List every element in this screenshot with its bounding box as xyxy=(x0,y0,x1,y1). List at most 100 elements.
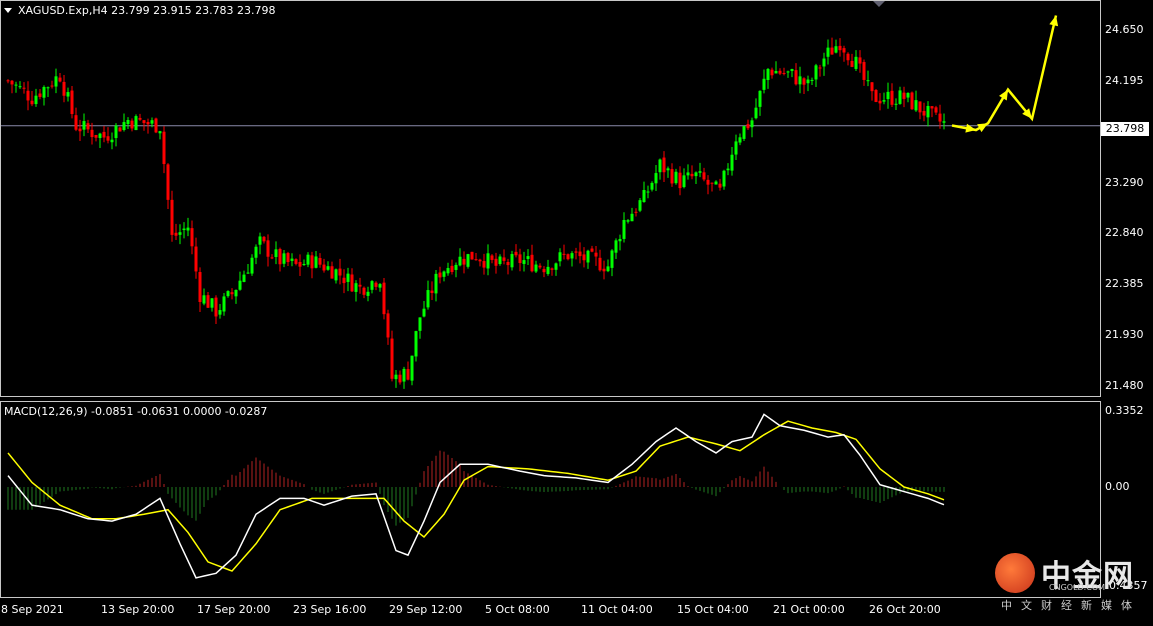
candle-body xyxy=(126,120,130,125)
candle-body xyxy=(114,125,118,139)
macd-header: MACD(12,26,9) -0.0851 -0.0631 0.0000 -0.… xyxy=(4,405,268,418)
price-tick-label: 22.840 xyxy=(1105,226,1144,240)
candle-body xyxy=(174,232,178,236)
candle-body xyxy=(926,105,930,118)
price-tick-label: 21.480 xyxy=(1105,379,1144,393)
candle-body xyxy=(290,258,294,261)
candle-body xyxy=(390,338,394,379)
candle-body xyxy=(182,228,186,231)
time-tick-label: 23 Sep 16:00 xyxy=(293,603,367,616)
candle-body xyxy=(330,266,334,279)
candle-body xyxy=(62,81,66,96)
candle-body xyxy=(354,283,358,292)
candle-body xyxy=(742,126,746,139)
candle-body xyxy=(86,123,90,130)
candle-body xyxy=(518,254,522,264)
candle-body xyxy=(54,76,58,87)
candle-body xyxy=(894,103,898,105)
symbol-menu-arrow-icon[interactable] xyxy=(4,8,12,13)
candle-body xyxy=(350,274,354,292)
candle-body xyxy=(510,254,514,268)
candle-body xyxy=(50,85,54,87)
candle-body xyxy=(478,259,482,262)
candle-body xyxy=(578,251,582,257)
candle-body xyxy=(826,47,830,57)
candle-body xyxy=(326,266,330,270)
candle-body xyxy=(858,57,862,64)
candle-body xyxy=(162,131,166,165)
candle-body xyxy=(814,65,818,80)
candle-body xyxy=(706,179,710,185)
candle xyxy=(70,85,74,119)
candle xyxy=(742,125,746,142)
candle-body xyxy=(242,274,246,282)
watermark-subtitle: 中文财经新媒体 xyxy=(1001,599,1141,612)
candle-body xyxy=(574,251,578,253)
candle-body xyxy=(366,291,370,296)
candle-body xyxy=(718,183,722,188)
candle-body xyxy=(286,253,290,263)
candle-body xyxy=(470,251,474,260)
candle-body xyxy=(514,251,518,256)
candle-body xyxy=(346,273,350,282)
candle-body xyxy=(582,254,586,261)
candle-body xyxy=(862,62,866,80)
candle-body xyxy=(358,284,362,287)
candle-body xyxy=(682,175,686,188)
candle-body xyxy=(234,289,238,297)
candle-body xyxy=(650,182,654,190)
candle-body xyxy=(142,120,146,124)
candle-body xyxy=(394,374,398,380)
time-tick-label: 5 Oct 08:00 xyxy=(485,603,550,616)
candle-body xyxy=(758,90,762,107)
candle-body xyxy=(266,240,270,257)
candle-body xyxy=(246,272,250,274)
candle-body xyxy=(254,246,258,258)
candle-body xyxy=(398,374,402,383)
candle-body xyxy=(694,172,698,177)
candle-body xyxy=(906,92,910,98)
candle-body xyxy=(70,90,74,114)
candle-body xyxy=(90,129,94,138)
candle-body xyxy=(922,110,926,116)
candle-body xyxy=(278,248,282,265)
candle-body xyxy=(310,255,314,269)
candle-body xyxy=(218,310,222,315)
candle-body xyxy=(590,248,594,252)
candle-body xyxy=(562,253,566,255)
candle-body xyxy=(22,87,26,89)
candle-body xyxy=(178,232,182,235)
candle-body xyxy=(710,182,714,184)
time-tick-label: 17 Sep 20:00 xyxy=(197,603,271,616)
candle-body xyxy=(98,133,102,138)
candle-body xyxy=(794,70,798,85)
candle-body xyxy=(190,228,194,247)
candle-body xyxy=(810,79,814,81)
candle-body xyxy=(866,80,870,82)
candle-body xyxy=(222,296,226,312)
candle-body xyxy=(258,236,262,245)
candle-body xyxy=(806,79,810,84)
candle-body xyxy=(262,236,266,242)
candle-body xyxy=(194,246,198,272)
candle-body xyxy=(910,92,914,110)
candle-body xyxy=(106,136,110,141)
candle-body xyxy=(766,68,770,81)
candle-body xyxy=(338,268,342,276)
candle-body xyxy=(230,292,234,295)
candle-body xyxy=(138,117,142,120)
candle-body xyxy=(778,70,782,74)
candle-body xyxy=(850,60,854,67)
candle-body xyxy=(274,249,278,258)
candle-body xyxy=(482,261,486,268)
candle-body xyxy=(490,255,494,260)
candle-body xyxy=(714,181,718,185)
candle-body xyxy=(634,211,638,213)
candle-body xyxy=(486,253,490,269)
candle-body xyxy=(610,250,614,268)
time-tick-label: 29 Sep 12:00 xyxy=(389,603,463,616)
candle-body xyxy=(474,259,478,261)
candle-body xyxy=(558,252,562,262)
candle-body xyxy=(438,272,442,278)
time-tick-label: 26 Oct 20:00 xyxy=(869,603,941,616)
